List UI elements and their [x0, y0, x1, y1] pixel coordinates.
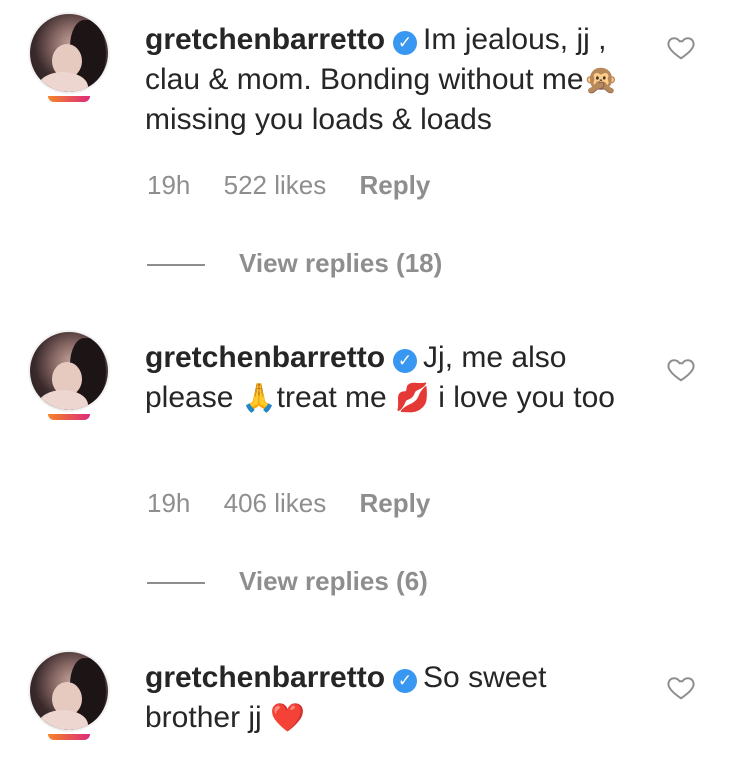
like-count[interactable]: 522 likes: [224, 170, 327, 200]
kiss-lips-emoji: 💋: [395, 382, 430, 413]
comment-meta: 19h 522 likes Reply: [147, 170, 456, 201]
comment-text: gretchenbarretto ✓ Jj, me also please 🙏tre…: [145, 338, 635, 418]
verified-badge-icon: ✓: [393, 31, 418, 55]
comment-text: gretchenbarretto ✓ So sweet brother jj ❤️: [145, 658, 635, 738]
heart-outline-icon[interactable]: [666, 32, 696, 62]
avatar-shoulder: [38, 710, 88, 730]
avatar[interactable]: [28, 650, 110, 732]
view-replies-button[interactable]: View replies (6): [147, 566, 428, 597]
timestamp[interactable]: 19h: [147, 170, 190, 200]
avatar[interactable]: [28, 12, 110, 94]
reply-button[interactable]: Reply: [359, 488, 430, 518]
view-replies-button[interactable]: View replies (18): [147, 248, 442, 279]
story-ring: [48, 734, 90, 740]
like-count[interactable]: 406 likes: [224, 488, 327, 518]
replies-divider: [147, 582, 205, 585]
verified-badge-icon: ✓: [393, 669, 418, 693]
red-heart-emoji: ❤️: [270, 702, 305, 733]
username[interactable]: gretchenbarretto: [145, 661, 385, 694]
comment-text: gretchenbarretto ✓ Im jealous, jj , clau &…: [145, 20, 635, 140]
heart-outline-icon[interactable]: [666, 354, 696, 384]
story-ring: [48, 414, 90, 420]
monkey-emoji: 🙊: [583, 64, 619, 95]
reply-button[interactable]: Reply: [359, 170, 430, 200]
replies-divider: [147, 264, 205, 267]
comment-body: i love you too: [429, 381, 615, 414]
avatar-shoulder: [38, 390, 88, 410]
folded-hands-emoji: 🙏: [241, 382, 277, 413]
timestamp[interactable]: 19h: [147, 488, 190, 518]
username[interactable]: gretchenbarretto: [145, 23, 385, 56]
heart-outline-icon[interactable]: [666, 672, 696, 702]
story-ring: [48, 96, 90, 102]
comment-body: treat me: [276, 381, 395, 414]
avatar[interactable]: [28, 330, 110, 412]
comment-body: missing you loads & loads: [145, 103, 492, 136]
avatar-shoulder: [38, 72, 88, 92]
verified-badge-icon: ✓: [393, 349, 418, 373]
view-replies-label: View replies (6): [239, 566, 428, 596]
comment-meta: 19h 406 likes Reply: [147, 488, 456, 519]
username[interactable]: gretchenbarretto: [145, 341, 385, 374]
view-replies-label: View replies (18): [239, 248, 443, 278]
